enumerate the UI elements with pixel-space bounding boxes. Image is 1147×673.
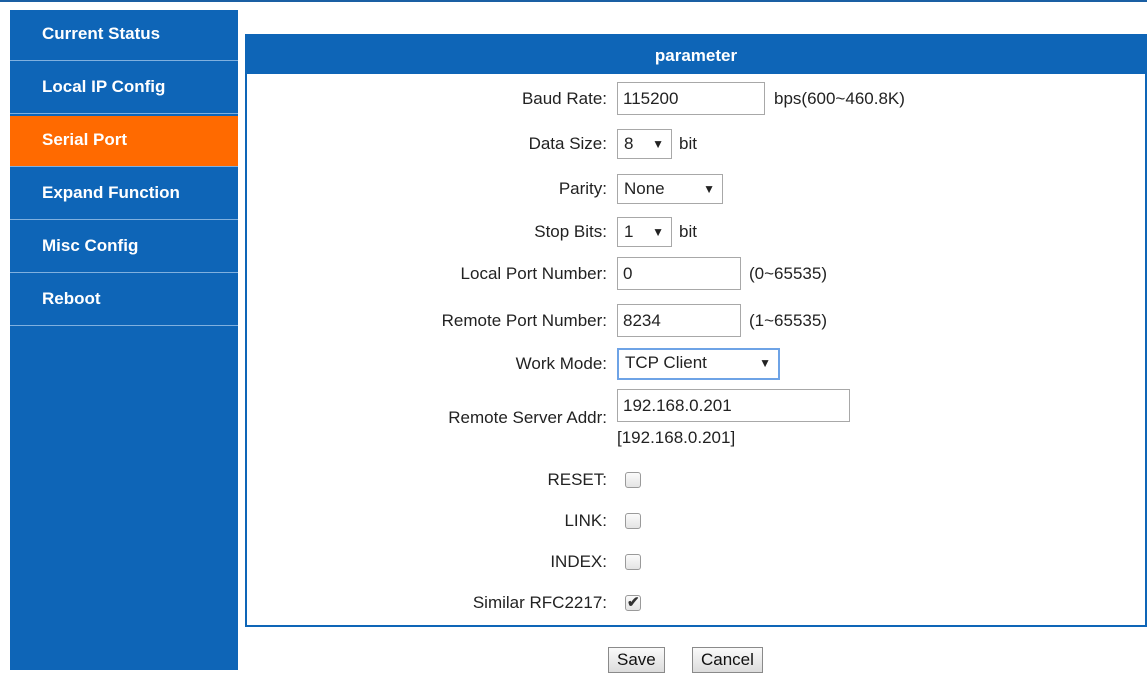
index-checkbox[interactable] — [625, 554, 641, 570]
check-icon: ✔ — [627, 594, 640, 611]
baud-rate-label: Baud Rate: — [521, 89, 607, 108]
rfc2217-row: Similar RFC2217: ✔ — [247, 585, 1147, 621]
parity-select[interactable]: None ▼ — [617, 174, 723, 204]
parity-label: Parity: — [558, 179, 607, 198]
link-row: LINK: — [247, 503, 1147, 539]
stop-bits-row: Stop Bits: 1 ▼ bit — [247, 214, 1147, 250]
remote-port-input[interactable] — [617, 304, 741, 337]
baud-rate-input[interactable] — [617, 82, 765, 115]
rfc2217-checkbox[interactable]: ✔ — [625, 594, 641, 611]
sidebar-item-misc-config[interactable]: Misc Config — [10, 222, 238, 273]
index-label: INDEX: — [550, 552, 607, 571]
sidebar-item-reboot[interactable]: Reboot — [10, 275, 238, 326]
link-label: LINK: — [564, 511, 607, 530]
save-button[interactable]: Save — [608, 647, 665, 673]
remote-port-row: Remote Port Number: (1~65535) — [247, 303, 1147, 339]
caret-down-icon: ▼ — [652, 137, 664, 151]
stop-bits-select[interactable]: 1 ▼ — [617, 217, 672, 247]
rfc2217-label: Similar RFC2217: — [472, 593, 607, 612]
work-mode-value: TCP Client — [625, 353, 707, 372]
sidebar-nav: Current Status Local IP Config Serial Po… — [10, 10, 238, 670]
caret-down-icon: ▼ — [759, 356, 771, 370]
remote-server-label: Remote Server Addr: — [448, 408, 607, 427]
data-size-select[interactable]: 8 ▼ — [617, 129, 672, 159]
cancel-button[interactable]: Cancel — [692, 647, 763, 673]
reset-label: RESET: — [547, 470, 607, 489]
remote-server-input[interactable] — [617, 389, 850, 422]
stop-bits-label: Stop Bits: — [534, 222, 607, 241]
data-size-unit: bit — [679, 134, 697, 153]
local-port-input[interactable] — [617, 257, 741, 290]
reset-row: RESET: — [247, 462, 1147, 498]
caret-down-icon: ▼ — [652, 225, 664, 239]
work-mode-row: Work Mode: TCP Client ▼ — [247, 346, 1147, 382]
work-mode-select[interactable]: TCP Client ▼ — [617, 348, 780, 380]
reset-checkbox[interactable] — [625, 472, 641, 488]
sidebar-item-current-status[interactable]: Current Status — [10, 10, 238, 61]
parameter-panel: parameter Baud Rate: bps(600~460.8K) Dat… — [245, 34, 1147, 627]
sidebar-item-local-ip-config[interactable]: Local IP Config — [10, 63, 238, 114]
local-port-range: (0~65535) — [749, 264, 827, 283]
caret-down-icon: ▼ — [703, 182, 715, 196]
panel-title: parameter — [247, 36, 1145, 74]
stop-bits-unit: bit — [679, 222, 697, 241]
data-size-label: Data Size: — [528, 134, 607, 153]
remote-port-range: (1~65535) — [749, 311, 827, 330]
data-size-row: Data Size: 8 ▼ bit — [247, 126, 1147, 162]
work-mode-label: Work Mode: — [515, 354, 607, 373]
sidebar-item-expand-function[interactable]: Expand Function — [10, 169, 238, 220]
baud-rate-row: Baud Rate: bps(600~460.8K) — [247, 81, 1147, 117]
local-port-label: Local Port Number: — [460, 264, 607, 283]
stop-bits-value: 1 — [624, 222, 634, 241]
data-size-value: 8 — [624, 134, 634, 153]
local-port-row: Local Port Number: (0~65535) — [247, 256, 1147, 292]
sidebar-item-serial-port[interactable]: Serial Port — [10, 116, 238, 167]
link-checkbox[interactable] — [625, 513, 641, 529]
parity-value: None — [624, 179, 665, 198]
remote-port-label: Remote Port Number: — [441, 311, 607, 330]
top-rule — [0, 0, 1147, 2]
index-row: INDEX: — [247, 544, 1147, 580]
baud-rate-range: bps(600~460.8K) — [774, 89, 905, 108]
remote-server-resolved: [192.168.0.201] — [617, 428, 736, 447]
parity-row: Parity: None ▼ — [247, 171, 1147, 207]
